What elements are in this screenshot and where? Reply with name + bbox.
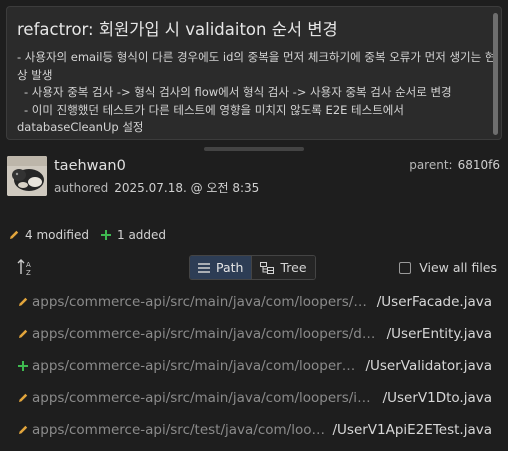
modified-count: 4 modified [25,228,89,242]
sort-button[interactable]: A Z [17,257,35,277]
view-all-files-checkbox[interactable] [399,261,412,274]
svg-text:Z: Z [26,269,31,277]
list-icon [198,262,210,273]
view-all-files-label: View all files [419,260,497,275]
file-row[interactable]: apps/commerce-api/src/main/java/com/loop… [0,322,508,346]
commit-scrollbar[interactable] [493,13,498,135]
file-row[interactable]: apps/commerce-api/src/main/java/com/loop… [0,386,508,410]
path-view-button[interactable]: Path [190,256,252,279]
view-mode-toggle: Path Tree [189,255,316,280]
parent-hash[interactable]: 6810f6 [458,158,500,172]
tree-view-label: Tree [280,260,307,275]
file-directory: apps/commerce-api/src/main/java/com/loop… [32,390,379,406]
commit-body-line: - 사용자 중복 검사 -> 형식 검사의 flow에서 형식 검사 -> 사용… [24,85,452,99]
added-count: 1 added [117,228,167,242]
file-directory: apps/commerce-api/src/test/java/com/loop… [32,422,329,438]
pencil-icon [17,392,29,404]
path-view-label: Path [216,260,244,275]
file-name: /UserFacade.java [376,294,492,310]
change-summary: 4 modified 1 added [7,228,166,242]
tree-view-button[interactable]: Tree [251,256,315,279]
commit-body: - 사용자의 email등 형식이 다른 경우에도 id의 중복을 먼저 체크하… [17,49,496,137]
file-directory: apps/commerce-api/src/main/java/com/loop… [32,358,362,374]
svg-text:A: A [26,261,31,269]
pencil-icon [7,229,21,241]
commit-message-panel[interactable]: refactror: 회원가입 시 validaiton 순서 변경 - 사용자… [6,6,502,140]
pencil-icon [17,424,29,436]
panel-resize-handle[interactable] [204,147,304,151]
file-name: /UserValidator.java [365,358,492,374]
file-row[interactable]: apps/commerce-api/src/main/java/com/loop… [0,354,508,378]
commit-body-line: databaseCleanUp 설정 [17,120,144,134]
commit-body-line: 상 발생 [17,67,53,82]
parent-label: parent: [409,158,453,172]
pencil-icon [17,296,29,308]
plus-icon [17,360,29,372]
file-name: /UserEntity.java [386,326,492,342]
commit-title: refactror: 회원가입 시 validaiton 순서 변경 [17,20,338,39]
tree-icon [260,261,275,274]
authored-date: authored 2025.07.18. @ 오전 8:35 [54,179,259,196]
pencil-icon [17,328,29,340]
commit-body-line: - 이미 진행했던 테스트가 다른 테스트에 영향을 미치지 않도록 E2E 테… [24,102,404,117]
commit-body-line: - 사용자의 email등 형식이 다른 경우에도 id의 중복을 먼저 체크하… [17,50,496,64]
file-directory: apps/commerce-api/src/main/java/com/loop… [32,326,383,342]
avatar [7,156,47,196]
plus-icon [99,229,113,241]
author-name: taehwan0 [54,158,126,174]
sort-icon: A Z [17,259,35,281]
file-directory: apps/commerce-api/src/main/java/com/loop… [32,294,373,310]
file-name: /UserV1ApiE2ETest.java [332,422,492,438]
file-row[interactable]: apps/commerce-api/src/test/java/com/loop… [0,418,508,442]
commit-date: 2025.07.18. @ 오전 8:35 [114,181,260,195]
file-name: /UserV1Dto.java [382,390,492,406]
view-all-files-toggle[interactable]: View all files [399,260,497,275]
parent-commit: parent: 6810f6 [409,158,500,172]
file-row[interactable]: apps/commerce-api/src/main/java/com/loop… [0,290,508,314]
authored-label: authored [54,181,109,195]
